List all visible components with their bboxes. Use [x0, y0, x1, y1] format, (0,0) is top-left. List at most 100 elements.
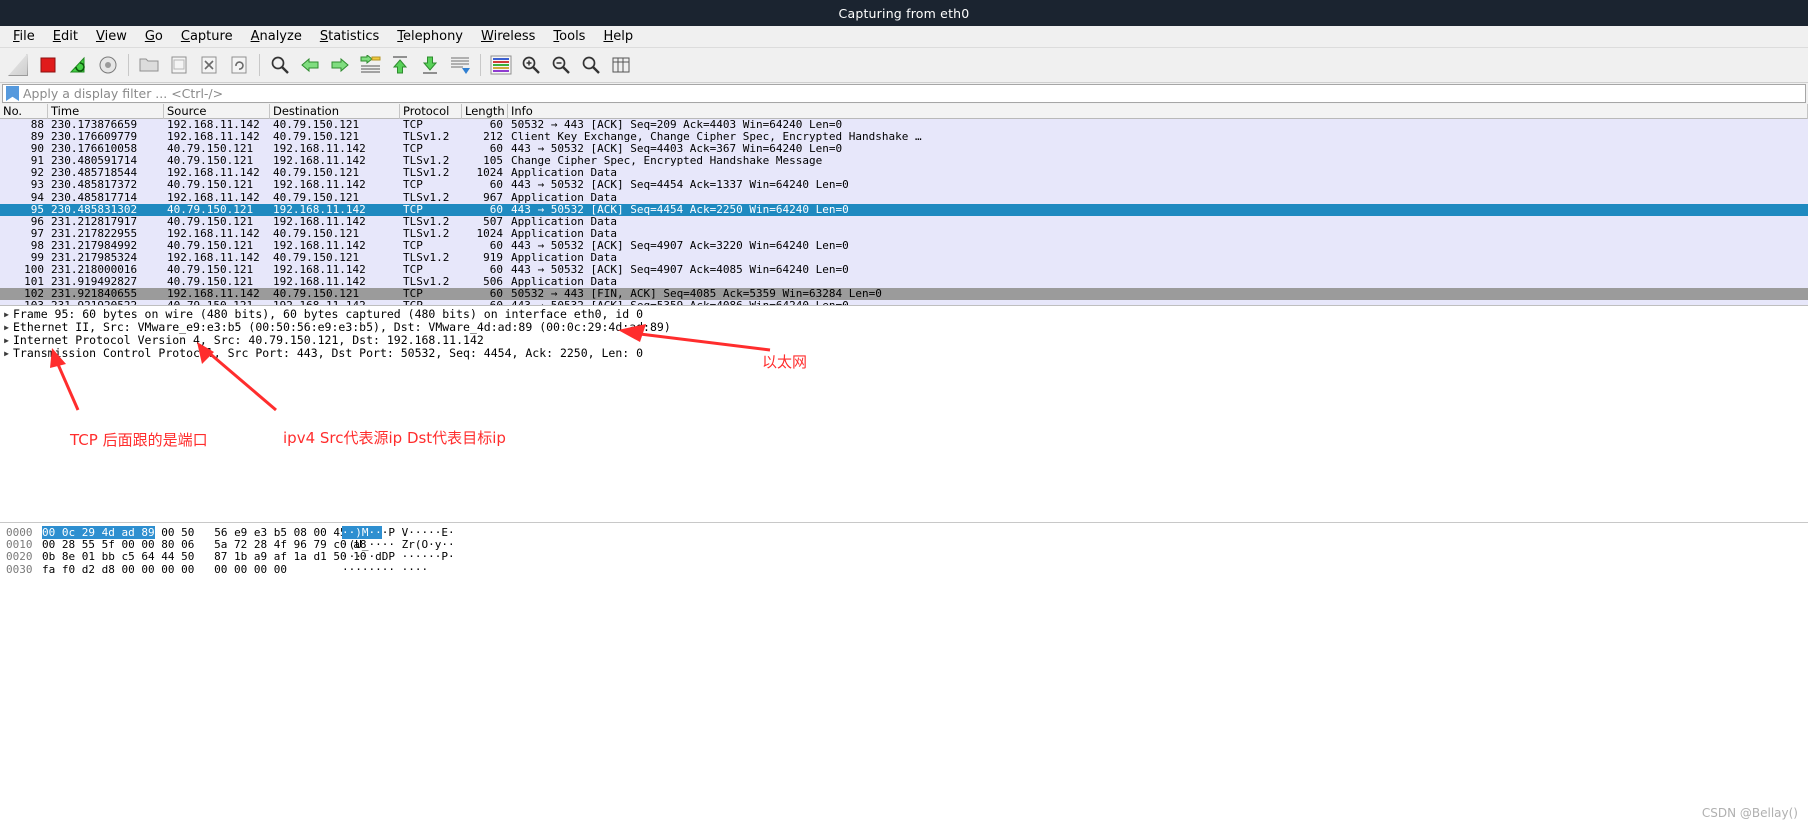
watermark: CSDN @Bellay(): [1701, 806, 1798, 820]
packet-row[interactable]: 99 231.217985324 192.168.11.142 40.79.150.1…: [0, 252, 1808, 265]
packet-row[interactable]: 88 230.173876659 192.168.11.142 40.79.150.1…: [0, 119, 1808, 132]
packet-cell-info: 443 → 50532 [ACK] Seq=4907 Ack=4085 Win=…: [511, 264, 849, 277]
resize-columns-icon[interactable]: [607, 51, 635, 79]
find-packet-icon[interactable]: [266, 51, 294, 79]
packet-row[interactable]: 91 230.480591714 40.79.150.121 192.168.11.1…: [0, 155, 1808, 168]
column-header-time[interactable]: Time: [48, 104, 164, 119]
packet-cell-time: 231.218000016: [51, 264, 138, 277]
hex-row[interactable]: 0030 fa f0 d2 d8 00 00 00 00 00 00 00 00 ·…: [0, 563, 1808, 576]
packet-list-rows[interactable]: 88 230.173876659 192.168.11.142 40.79.150.1…: [0, 119, 1808, 305]
packet-cell-no: 95: [30, 203, 44, 216]
start-capture-icon[interactable]: [4, 51, 32, 79]
zoom-in-icon[interactable]: [517, 51, 545, 79]
go-to-packet-icon[interactable]: [356, 51, 384, 79]
packet-row[interactable]: 95 230.485831302 40.79.150.121 192.168.11.1…: [0, 203, 1808, 216]
packet-cell-src: 192.168.11.142: [167, 227, 260, 240]
close-file-icon[interactable]: [195, 51, 223, 79]
packet-cell-no: 94: [30, 191, 44, 204]
packet-list[interactable]: No. Time Source Destination Protocol Length In…: [0, 104, 1808, 306]
packet-cell-len: 967: [483, 191, 503, 204]
column-header-destination[interactable]: Destination: [270, 104, 400, 119]
packet-cell-time: 230.485817372: [51, 179, 138, 192]
packet-row[interactable]: 94 230.485817714 192.168.11.142 40.79.150.1…: [0, 191, 1808, 204]
packet-cell-time: 231.919492827: [51, 276, 138, 289]
save-file-icon[interactable]: [165, 51, 193, 79]
display-filter-placeholder: Apply a display filter ... <Ctrl-/>: [23, 86, 224, 101]
packet-cell-dst: 192.168.11.142: [273, 203, 366, 216]
packet-row[interactable]: 89 230.176609779 192.168.11.142 40.79.150.1…: [0, 131, 1808, 144]
main-toolbar: [0, 48, 1808, 83]
stop-capture-icon[interactable]: [34, 51, 62, 79]
packet-row[interactable]: 102 231.921840655 192.168.11.142 40.79.150.…: [0, 288, 1808, 301]
expand-triangle-icon[interactable]: ▶: [0, 347, 13, 360]
packet-cell-len: 105: [483, 155, 503, 168]
column-header-no[interactable]: No.: [0, 104, 48, 119]
menu-view[interactable]: View: [87, 27, 136, 46]
window-titlebar: Capturing from eth0: [0, 0, 1808, 26]
packet-cell-src: 40.79.150.121: [167, 215, 254, 228]
open-file-icon[interactable]: [135, 51, 163, 79]
packet-cell-no: 91: [30, 155, 44, 168]
packet-row[interactable]: 96 231.212817917 40.79.150.121 192.168.11.1…: [0, 215, 1808, 228]
column-header-protocol[interactable]: Protocol: [400, 104, 462, 119]
expand-triangle-icon[interactable]: ▶: [0, 308, 13, 321]
auto-scroll-icon[interactable]: [446, 51, 474, 79]
packet-cell-src: 40.79.150.121: [167, 239, 254, 252]
packet-cell-info: Client Key Exchange, Change Cipher Spec,…: [511, 131, 922, 144]
packet-cell-dst: 40.79.150.121: [273, 252, 360, 265]
packet-row[interactable]: 97 231.217822955 192.168.11.142 40.79.150.1…: [0, 227, 1808, 240]
packet-row[interactable]: 100 231.218000016 40.79.150.121 192.168.11.…: [0, 264, 1808, 277]
packet-cell-info: 50532 → 443 [ACK] Seq=209 Ack=4403 Win=6…: [511, 119, 843, 131]
menu-wireless[interactable]: Wireless: [472, 27, 544, 46]
zoom-out-icon[interactable]: [547, 51, 575, 79]
column-header-source[interactable]: Source: [164, 104, 270, 119]
hex-row[interactable]: 0020 0b 8e 01 bb c5 64 44 50 87 1b a9 af …: [0, 551, 1808, 563]
packet-row[interactable]: 90 230.176610058 40.79.150.121 192.168.11.1…: [0, 143, 1808, 156]
packet-details-pane[interactable]: ▶ Frame 95: 60 bytes on wire (480 bits), …: [0, 306, 1808, 522]
zoom-reset-icon[interactable]: [577, 51, 605, 79]
capture-options-icon[interactable]: [94, 51, 122, 79]
menu-telephony[interactable]: Telephony: [388, 27, 472, 46]
reload-file-icon[interactable]: [225, 51, 253, 79]
packet-cell-len: 919: [483, 252, 503, 265]
colorize-icon[interactable]: [487, 51, 515, 79]
packet-row[interactable]: 92 230.485718544 192.168.11.142 40.79.150.1…: [0, 167, 1808, 180]
packet-cell-info: Application Data: [511, 227, 617, 240]
packet-cell-proto: TCP: [403, 119, 423, 131]
packet-cell-time: 231.212817917: [51, 215, 138, 228]
packet-cell-no: 100: [24, 264, 44, 277]
packet-cell-info: 443 → 50532 [ACK] Seq=4403 Ack=367 Win=6…: [511, 143, 843, 156]
packet-cell-len: 60: [489, 203, 503, 216]
packet-row[interactable]: 98 231.217984992 40.79.150.121 192.168.11.1…: [0, 239, 1808, 253]
packet-cell-time: 230.480591714: [51, 155, 138, 168]
packet-cell-dst: 40.79.150.121: [273, 119, 360, 131]
packet-cell-proto: TCP: [403, 288, 423, 301]
menu-statistics[interactable]: Statistics: [311, 27, 388, 46]
expand-triangle-icon[interactable]: ▶: [0, 321, 13, 334]
menu-capture[interactable]: Capture: [172, 27, 242, 46]
menu-go[interactable]: Go: [136, 27, 172, 46]
packet-bytes-pane[interactable]: 0000 00 0c 29 4d ad 89 00 50 56 e9 e3 b5 …: [0, 523, 1808, 623]
restart-capture-icon[interactable]: [64, 51, 92, 79]
menu-tools[interactable]: Tools: [544, 27, 594, 46]
packet-row[interactable]: 93 230.485817372 40.79.150.121 192.168.11.1…: [0, 179, 1808, 192]
menu-help[interactable]: Help: [594, 27, 642, 46]
filter-bookmark-icon[interactable]: [6, 86, 19, 101]
hex-bytes: 0b 8e 01 bb c5 64 44 50 87 1b a9 af 1a d…: [42, 550, 367, 564]
packet-cell-src: 40.79.150.121: [167, 276, 254, 289]
expand-triangle-icon[interactable]: ▶: [0, 334, 13, 347]
column-header-length[interactable]: Length: [462, 104, 508, 119]
packet-row[interactable]: 101 231.919492827 40.79.150.121 192.168.11.…: [0, 276, 1808, 289]
menu-edit[interactable]: Edit: [44, 27, 87, 46]
go-back-icon[interactable]: [296, 51, 324, 79]
go-to-first-icon[interactable]: [386, 51, 414, 79]
packet-cell-info: 443 → 50532 [ACK] Seq=4454 Ack=1337 Win=…: [511, 179, 849, 192]
menu-file[interactable]: File: [4, 27, 44, 46]
go-forward-icon[interactable]: [326, 51, 354, 79]
go-to-last-icon[interactable]: [416, 51, 444, 79]
menu-analyze[interactable]: Analyze: [242, 27, 311, 46]
packet-cell-proto: TLSv1.2: [403, 227, 450, 240]
detail-tcp[interactable]: ▶ Transmission Control Protocol, Src Port…: [0, 347, 1808, 360]
column-header-info[interactable]: Info: [508, 104, 1808, 119]
display-filter-input[interactable]: Apply a display filter ... <Ctrl-/>: [2, 84, 1806, 103]
